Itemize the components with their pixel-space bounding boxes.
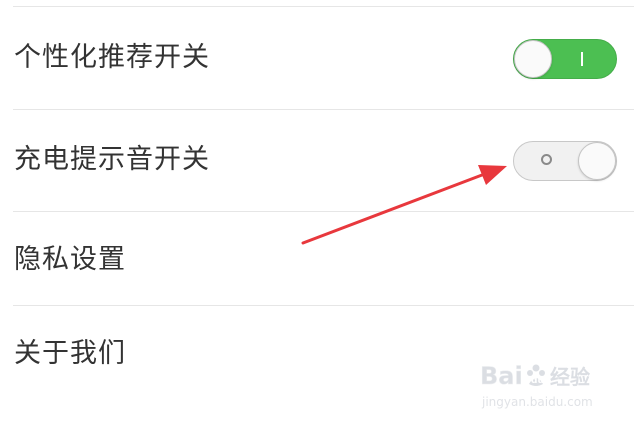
svg-text:经验: 经验 bbox=[550, 365, 590, 389]
svg-text:Bai: Bai bbox=[480, 362, 523, 390]
svg-text:du: du bbox=[531, 376, 544, 386]
svg-text:jingyan.baidu.com: jingyan.baidu.com bbox=[481, 395, 593, 409]
baidu-jingyan-watermark-logo: Bai du 经验 jingyan.baidu.com bbox=[480, 362, 593, 409]
